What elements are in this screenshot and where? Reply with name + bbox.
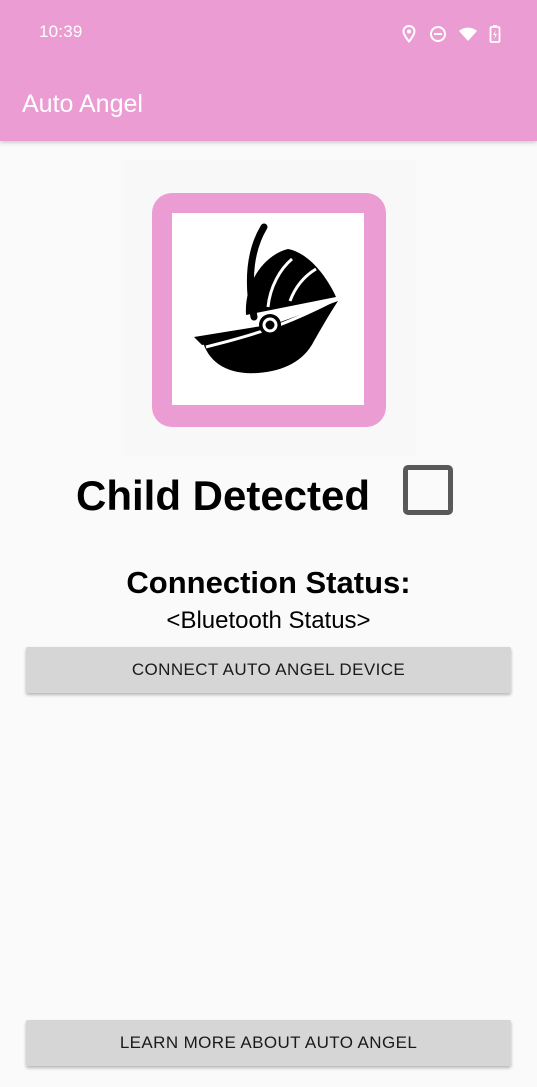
app-bar: 10:39 Auto Angel bbox=[0, 0, 537, 141]
app-screen: 10:39 Auto Angel Child Detected Connecti… bbox=[0, 0, 537, 1087]
child-detected-label: Child Detected bbox=[76, 472, 371, 519]
battery-icon bbox=[489, 24, 501, 44]
child-detected-checkbox[interactable] bbox=[403, 465, 453, 515]
connection-status-label: Connection Status: bbox=[126, 565, 411, 600]
app-logo bbox=[124, 160, 416, 456]
connect-device-button[interactable]: CONNECT AUTO ANGEL DEVICE bbox=[26, 647, 511, 693]
app-title: Auto Angel bbox=[22, 90, 143, 118]
status-time: 10:39 bbox=[39, 22, 83, 41]
learn-more-button[interactable]: LEARN MORE ABOUT AUTO ANGEL bbox=[26, 1020, 511, 1066]
infant-car-seat-icon bbox=[172, 213, 364, 405]
wifi-icon bbox=[458, 24, 478, 44]
bluetooth-status-text: <Bluetooth Status> bbox=[166, 607, 371, 634]
do-not-disturb-icon bbox=[429, 24, 447, 44]
location-icon bbox=[400, 24, 418, 44]
status-icons bbox=[400, 24, 501, 44]
logo-frame bbox=[152, 193, 386, 427]
